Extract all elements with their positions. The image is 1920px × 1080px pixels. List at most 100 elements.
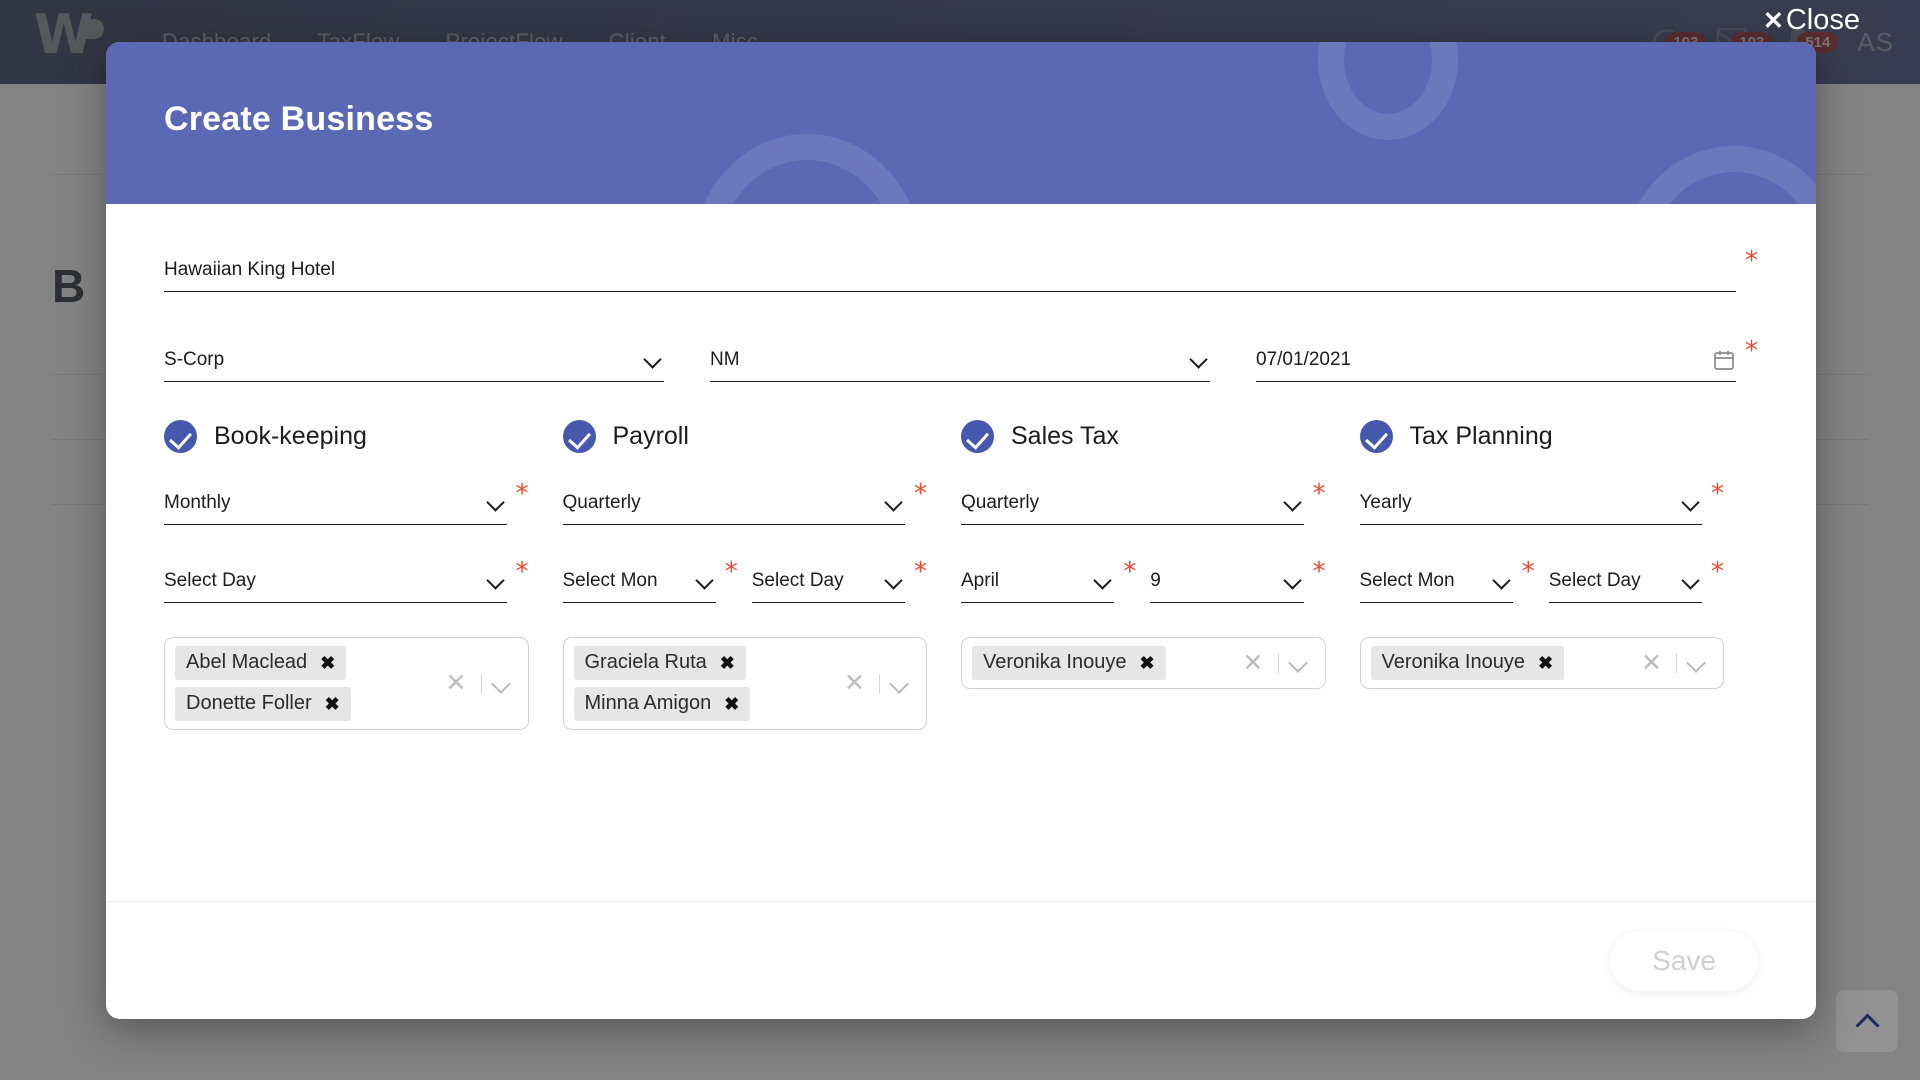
chevron-down-icon bbox=[1282, 492, 1304, 514]
checkbox-checked-icon[interactable] bbox=[164, 420, 197, 453]
assignee-tag-list: Veronika Inouye ✖ bbox=[1371, 646, 1628, 680]
chevron-down-icon bbox=[1680, 570, 1702, 592]
schedule-month-cell-sales-tax: April * bbox=[961, 559, 1136, 603]
start-date-value[interactable]: 07/01/2021 bbox=[1256, 349, 1704, 371]
assignee-multiselect-book-keeping[interactable]: Abel Maclead ✖ Donette Foller ✖ ✕ bbox=[164, 637, 529, 730]
service-label: Tax Planning bbox=[1410, 422, 1553, 451]
frequency-cell-book-keeping: Monthly * bbox=[164, 481, 563, 525]
assignee-multiselect-payroll[interactable]: Graciela Ruta ✖ Minna Amigon ✖ ✕ bbox=[563, 637, 928, 730]
frequency-select-book-keeping[interactable]: Monthly bbox=[164, 481, 507, 525]
day-value: Select Day bbox=[164, 570, 479, 592]
assignee-tag[interactable]: Veronika Inouye ✖ bbox=[1371, 646, 1565, 680]
month-select-sales-tax[interactable]: April bbox=[961, 559, 1114, 603]
remove-tag-icon[interactable]: ✖ bbox=[724, 695, 739, 713]
start-date-cell: 07/01/2021 * bbox=[1256, 338, 1758, 382]
state-value: NM bbox=[710, 349, 1182, 371]
remove-tag-icon[interactable]: ✖ bbox=[720, 654, 735, 672]
day-select-payroll[interactable]: Select Day bbox=[752, 559, 905, 603]
remove-tag-icon[interactable]: ✖ bbox=[1538, 654, 1553, 672]
required-asterisk: * bbox=[1123, 559, 1136, 577]
checkbox-checked-icon[interactable] bbox=[563, 420, 596, 453]
chevron-down-icon[interactable] bbox=[1677, 649, 1717, 677]
month-select-tax-planning[interactable]: Select Mon bbox=[1360, 559, 1513, 603]
assignees-cell-payroll: Graciela Ruta ✖ Minna Amigon ✖ ✕ bbox=[563, 637, 962, 730]
frequency-value: Quarterly bbox=[961, 492, 1276, 514]
close-modal-button[interactable]: ✕ Close bbox=[1763, 4, 1860, 37]
service-label: Payroll bbox=[613, 422, 689, 451]
modal-title: Create Business bbox=[164, 100, 433, 139]
clear-all-icon[interactable]: ✕ bbox=[1627, 651, 1676, 676]
required-asterisk: * bbox=[1522, 559, 1535, 577]
save-button[interactable]: Save bbox=[1610, 931, 1758, 991]
multiselect-controls: ✕ bbox=[1627, 649, 1717, 677]
entity-type-select[interactable]: S-Corp bbox=[164, 338, 664, 382]
frequency-select-tax-planning[interactable]: Yearly bbox=[1360, 481, 1703, 525]
required-asterisk: * bbox=[1313, 559, 1326, 577]
assignee-tag[interactable]: Minna Amigon ✖ bbox=[574, 687, 751, 721]
schedule-group-tax-planning: Select Mon * Select Day * bbox=[1360, 559, 1759, 603]
assignee-multiselect-sales-tax[interactable]: Veronika Inouye ✖ ✕ bbox=[961, 637, 1326, 689]
clear-all-icon[interactable]: ✕ bbox=[830, 671, 879, 696]
remove-tag-icon[interactable]: ✖ bbox=[325, 695, 340, 713]
assignees-cell-sales-tax: Veronika Inouye ✖ ✕ bbox=[961, 637, 1360, 730]
frequency-select-sales-tax[interactable]: Quarterly bbox=[961, 481, 1304, 525]
checkbox-checked-icon[interactable] bbox=[1360, 420, 1393, 453]
chevron-down-icon[interactable] bbox=[482, 670, 522, 698]
schedule-month-cell-tax-planning: Select Mon * bbox=[1360, 559, 1535, 603]
day-value: Select Day bbox=[1549, 570, 1674, 592]
entity-details-row: S-Corp NM 07/01/2021 bbox=[164, 338, 1758, 382]
start-date-field[interactable]: 07/01/2021 bbox=[1256, 338, 1736, 382]
modal-footer: Save bbox=[106, 901, 1816, 1019]
required-asterisk: * bbox=[1745, 248, 1758, 266]
assignee-tag[interactable]: Graciela Ruta ✖ bbox=[574, 646, 746, 680]
clear-all-icon[interactable]: ✕ bbox=[1229, 651, 1278, 676]
business-name-value[interactable]: Hawaiian King Hotel bbox=[164, 259, 1736, 281]
frequency-cell-sales-tax: Quarterly * bbox=[961, 481, 1360, 525]
schedule-group-book-keeping: Select Day * bbox=[164, 559, 563, 603]
calendar-icon[interactable] bbox=[1712, 348, 1736, 372]
chevron-down-icon bbox=[485, 570, 507, 592]
chevron-down-icon bbox=[485, 492, 507, 514]
entity-type-value: S-Corp bbox=[164, 349, 636, 371]
month-value: Select Mon bbox=[1360, 570, 1485, 592]
assignee-name: Donette Foller bbox=[186, 692, 312, 715]
assignee-tag-list: Abel Maclead ✖ Donette Foller ✖ bbox=[175, 646, 432, 721]
entity-type-cell: S-Corp bbox=[164, 338, 664, 382]
service-checkbox-sales-tax[interactable]: Sales Tax bbox=[961, 420, 1360, 453]
multiselect-controls: ✕ bbox=[1229, 649, 1319, 677]
assignee-name: Abel Maclead bbox=[186, 651, 307, 674]
assignee-multiselect-tax-planning[interactable]: Veronika Inouye ✖ ✕ bbox=[1360, 637, 1725, 689]
frequency-select-payroll[interactable]: Quarterly bbox=[563, 481, 906, 525]
required-asterisk: * bbox=[1711, 559, 1724, 577]
required-asterisk: * bbox=[516, 559, 529, 577]
assignee-name: Veronika Inouye bbox=[983, 651, 1126, 674]
service-checkbox-tax-planning[interactable]: Tax Planning bbox=[1360, 420, 1759, 453]
assignees-cell-book-keeping: Abel Maclead ✖ Donette Foller ✖ ✕ bbox=[164, 637, 563, 730]
service-checkbox-payroll[interactable]: Payroll bbox=[563, 420, 962, 453]
chevron-down-icon bbox=[1092, 570, 1114, 592]
day-select-tax-planning[interactable]: Select Day bbox=[1549, 559, 1702, 603]
scroll-to-top-button[interactable] bbox=[1836, 990, 1898, 1052]
chevron-down-icon[interactable] bbox=[880, 670, 920, 698]
assignee-tag[interactable]: Abel Maclead ✖ bbox=[175, 646, 346, 680]
chevron-down-icon bbox=[1491, 570, 1513, 592]
service-checkbox-book-keeping[interactable]: Book-keeping bbox=[164, 420, 563, 453]
day-select-book-keeping[interactable]: Select Day bbox=[164, 559, 507, 603]
business-name-field[interactable]: Hawaiian King Hotel bbox=[164, 248, 1736, 292]
service-label: Sales Tax bbox=[1011, 422, 1119, 451]
frequency-value: Quarterly bbox=[563, 492, 878, 514]
remove-tag-icon[interactable]: ✖ bbox=[1139, 654, 1154, 672]
day-select-sales-tax[interactable]: 9 bbox=[1150, 559, 1303, 603]
month-select-payroll[interactable]: Select Mon bbox=[563, 559, 716, 603]
chevron-down-icon[interactable] bbox=[1279, 649, 1319, 677]
assignee-tag[interactable]: Veronika Inouye ✖ bbox=[972, 646, 1166, 680]
state-select[interactable]: NM bbox=[710, 338, 1210, 382]
frequency-row: Monthly * Quarterly * Qu bbox=[164, 481, 1758, 525]
remove-tag-icon[interactable]: ✖ bbox=[320, 654, 335, 672]
clear-all-icon[interactable]: ✕ bbox=[432, 671, 481, 696]
required-asterisk: * bbox=[914, 559, 927, 577]
checkbox-checked-icon[interactable] bbox=[961, 420, 994, 453]
required-asterisk: * bbox=[1313, 481, 1326, 499]
assignee-tag[interactable]: Donette Foller ✖ bbox=[175, 687, 351, 721]
create-business-modal: Create Business Hawaiian King Hotel * S-… bbox=[106, 42, 1816, 1019]
